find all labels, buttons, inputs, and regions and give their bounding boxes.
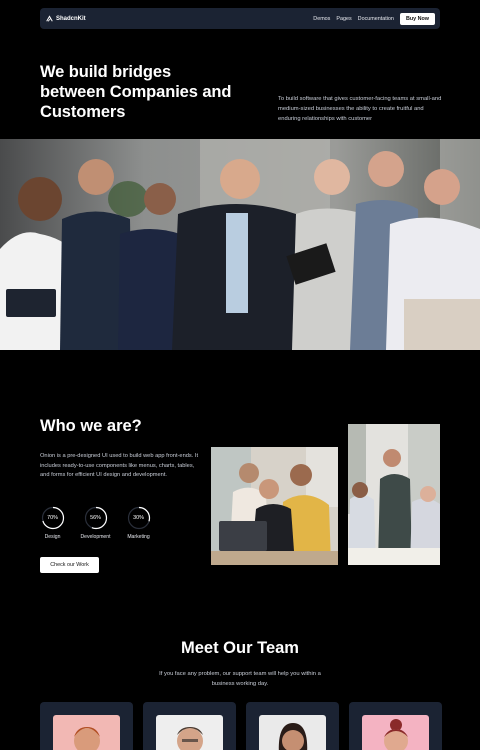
team-title: Meet Our Team xyxy=(181,639,299,657)
hero-title: We build bridges between Companies and C… xyxy=(40,63,232,121)
stat-value: 56% xyxy=(90,515,101,521)
team-discussion-photo xyxy=(348,424,440,565)
team-member-photo xyxy=(259,715,326,750)
team-member-card[interactable] xyxy=(246,702,339,750)
team-member-photo xyxy=(156,715,223,750)
logo-icon xyxy=(46,15,53,22)
team-member-photo xyxy=(53,715,120,750)
nav-link-demos[interactable]: Demos xyxy=(313,16,330,22)
nav-links: Demos Pages Documentation Buy Now xyxy=(313,12,435,25)
progress-ring: 56% xyxy=(84,506,108,530)
who-we-are-description: Onion is a pre-designed UI used to build… xyxy=(40,453,199,479)
hero-description: To build software that gives customer-fa… xyxy=(278,96,442,122)
progress-ring: 70% xyxy=(41,506,65,530)
team-member-card[interactable] xyxy=(349,702,442,750)
stat-label: Marketing xyxy=(127,534,150,540)
hero-team-photo xyxy=(0,139,480,350)
progress-ring: 30% xyxy=(127,506,151,530)
nav-link-pages[interactable]: Pages xyxy=(336,16,351,22)
team-description: If you face any problem, our support tea… xyxy=(159,671,321,687)
who-we-are-title: Who we are? xyxy=(40,417,142,435)
team-member-photo xyxy=(362,715,429,750)
check-our-work-button[interactable]: Check our Work xyxy=(40,557,99,573)
team-member-card[interactable] xyxy=(40,702,133,750)
nav-link-documentation[interactable]: Documentation xyxy=(358,16,394,22)
office-meeting-photo xyxy=(211,447,338,565)
stat-value: 70% xyxy=(47,515,58,521)
stat-label: Design xyxy=(44,534,61,540)
stats-row: 70% Design 56% Development 30% Marketing xyxy=(40,506,151,540)
stat-marketing: 30% Marketing xyxy=(126,506,151,540)
stat-value: 30% xyxy=(133,515,144,521)
brand-name: ShadcnKit xyxy=(56,15,86,22)
stat-design: 70% Design xyxy=(40,506,65,540)
stat-development: 56% Development xyxy=(80,506,111,540)
buy-now-button[interactable]: Buy Now xyxy=(399,12,435,25)
top-navbar: ShadcnKit Demos Pages Documentation Buy … xyxy=(40,8,440,29)
team-cards xyxy=(40,702,442,750)
brand[interactable]: ShadcnKit xyxy=(46,15,86,22)
stat-label: Development xyxy=(80,534,111,540)
team-member-card[interactable] xyxy=(143,702,236,750)
